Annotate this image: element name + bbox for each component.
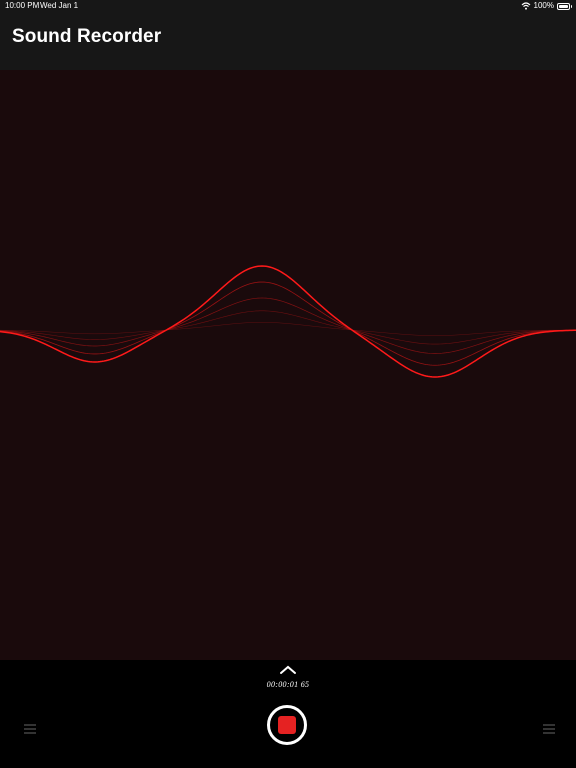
- recordings-list-icon[interactable]: [24, 724, 36, 735]
- sound-recorder-screen: 10:00 PM Wed Jan 1 100% Sound Recorder 0…: [0, 0, 576, 768]
- settings-list-icon[interactable]: [543, 724, 555, 735]
- wifi-icon: [521, 2, 530, 10]
- waveform-area: [0, 70, 576, 660]
- recording-timer: 00:00:01 65: [266, 680, 310, 689]
- waveform-line-4: [0, 310, 576, 345]
- recording-controls: 00:00:01 65: [0, 660, 576, 768]
- status-time: 10:00 PM: [5, 1, 40, 10]
- chevron-up-icon[interactable]: [279, 665, 297, 675]
- status-bar: 10:00 PM Wed Jan 1 100%: [0, 0, 576, 14]
- status-indicators: 100%: [521, 0, 572, 12]
- battery-percentage: 100%: [533, 1, 554, 10]
- stop-recording-button[interactable]: [267, 705, 307, 745]
- waveform-line-3: [0, 297, 576, 354]
- waveform-line-5: [0, 322, 576, 336]
- status-date: Wed Jan 1: [40, 1, 79, 10]
- battery-icon: [557, 2, 572, 10]
- page-title: Sound Recorder: [12, 26, 162, 47]
- waveform-line-1: [0, 265, 576, 378]
- stop-icon: [278, 716, 296, 734]
- waveform-visualizer: [0, 265, 576, 378]
